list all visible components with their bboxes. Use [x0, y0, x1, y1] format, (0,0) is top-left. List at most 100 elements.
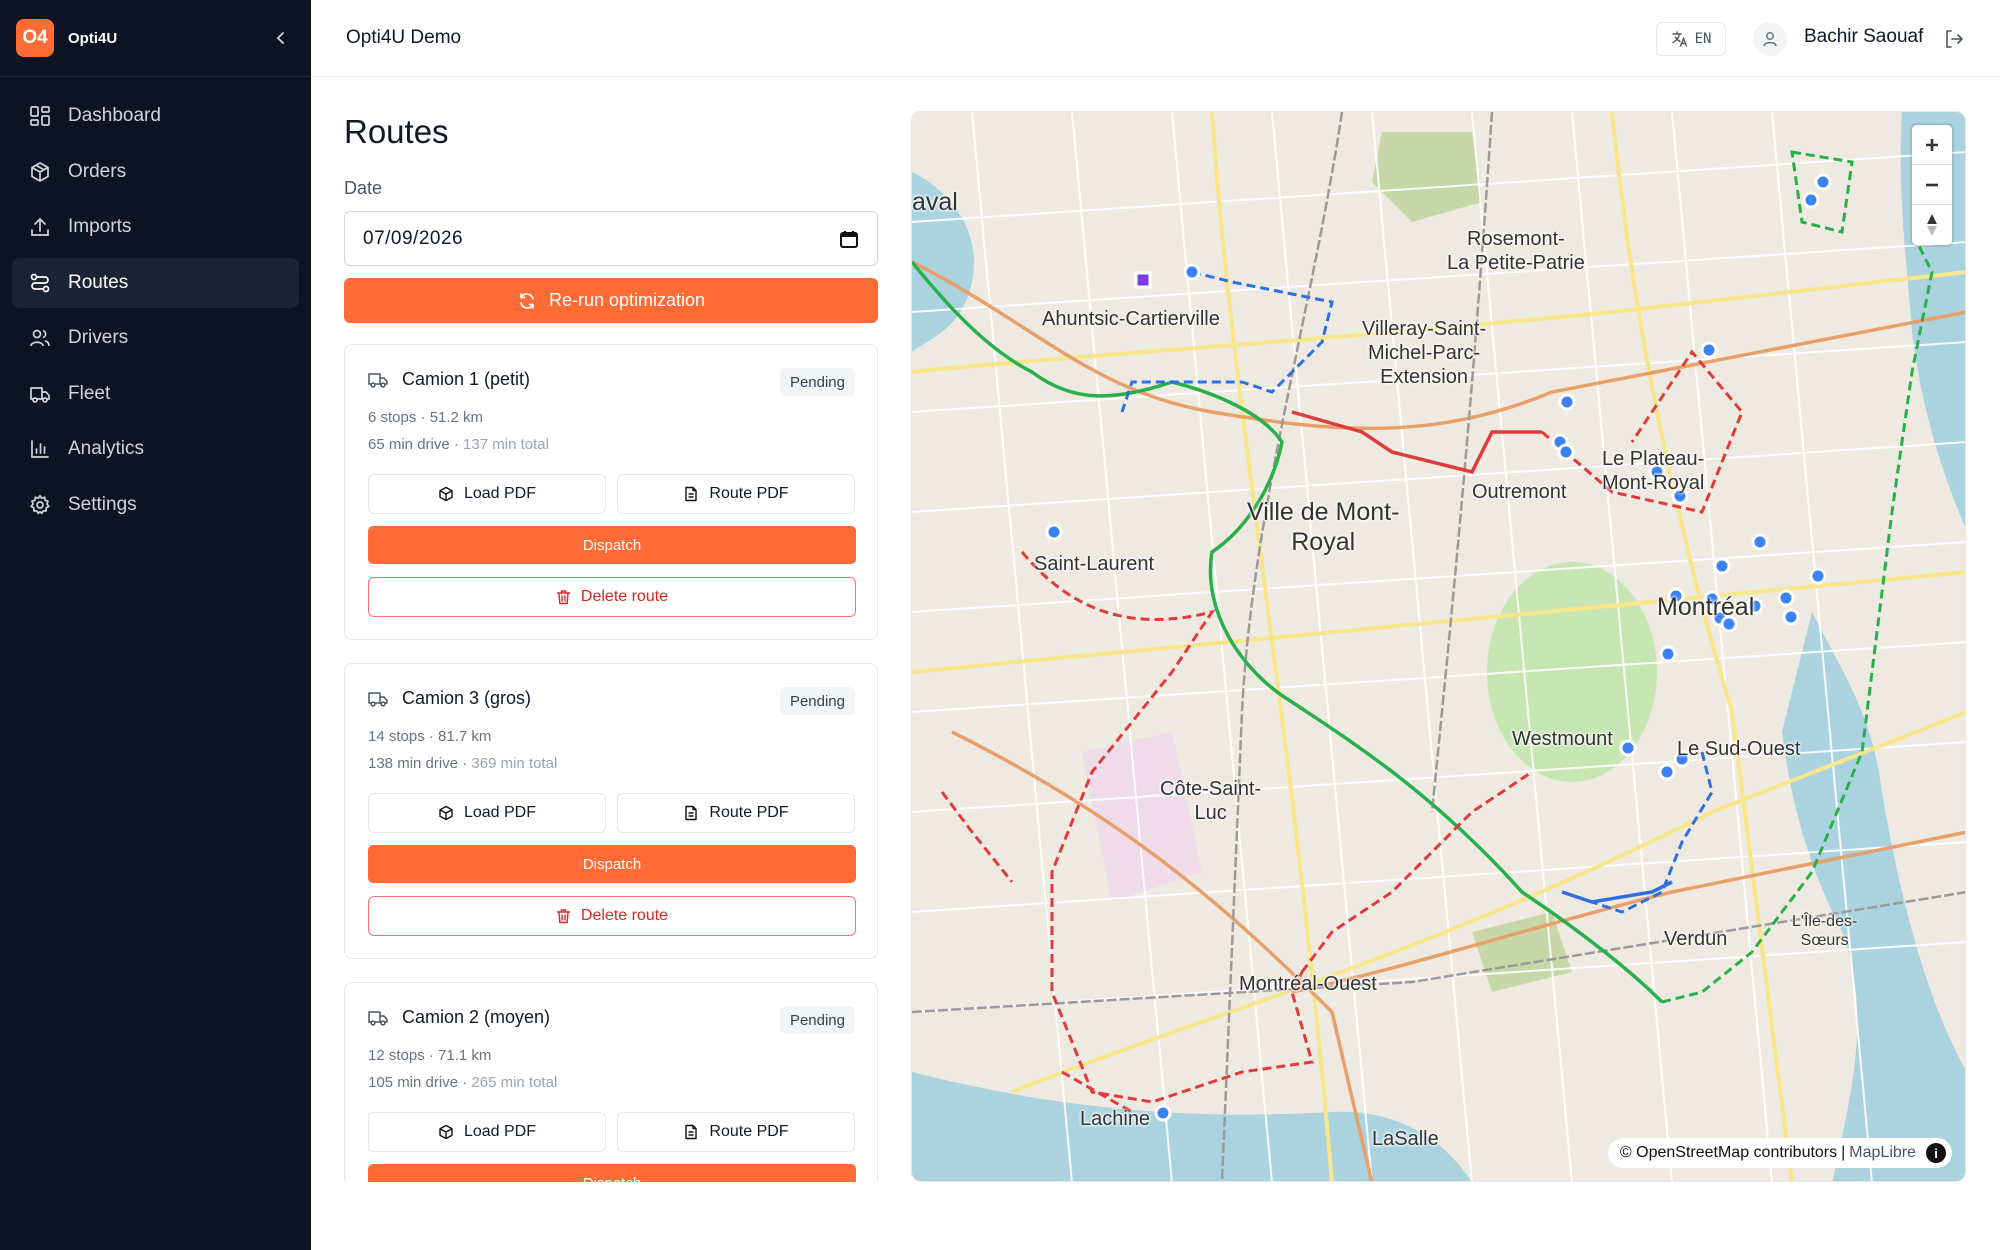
- date-input[interactable]: 07/09/2026: [344, 211, 878, 266]
- zoom-out-button[interactable]: [1912, 165, 1952, 205]
- sidebar-item-label: Imports: [68, 216, 132, 237]
- map-label-montreal: Montréal: [1657, 593, 1755, 621]
- load-pdf-button[interactable]: Load PDF: [368, 474, 606, 514]
- minus-icon: [1926, 183, 1938, 186]
- rerun-optimization-label: Re-run optimization: [548, 290, 706, 310]
- maplibre-link[interactable]: MapLibre: [1849, 1144, 1916, 1162]
- map-label-mont-royal: Ville de Mont- Royal: [1247, 498, 1400, 556]
- info-icon[interactable]: i: [1926, 1143, 1946, 1163]
- date-label: Date: [344, 178, 383, 198]
- sidebar-item-imports[interactable]: Imports: [12, 202, 299, 252]
- user-icon: [1763, 32, 1777, 47]
- plus-icon: [1926, 138, 1938, 151]
- avatar[interactable]: [1753, 22, 1787, 56]
- sidebar-item-fleet[interactable]: Fleet: [12, 369, 299, 419]
- dispatch-button[interactable]: Dispatch: [368, 1164, 856, 1182]
- route-overlay: [912, 150, 1934, 1122]
- delete-route-button[interactable]: Delete route: [368, 896, 856, 936]
- upload-icon: [28, 215, 52, 239]
- total-time: 265 min total: [471, 1074, 558, 1091]
- route-map[interactable]: Rosemont- La Petite-Patrie Villeray-Sain…: [911, 111, 1966, 1182]
- dispatch-button[interactable]: Dispatch: [368, 845, 856, 883]
- sidebar-item-label: Dashboard: [68, 105, 161, 126]
- language-code: EN: [1694, 31, 1712, 47]
- drive-time: 105 min drive: [368, 1074, 459, 1091]
- route-stats: 12 stops · 71.1 km: [368, 1047, 492, 1064]
- zoom-in-button[interactable]: [1912, 125, 1952, 165]
- brand-name: Opti4U: [68, 29, 118, 47]
- map-label-outremont: Outremont: [1472, 481, 1567, 503]
- route-line-camion-2: [1291, 410, 1542, 475]
- box-icon: [439, 805, 453, 821]
- map-label-rosemont: Rosemont- La Petite-Patrie: [1447, 228, 1585, 274]
- rerun-optimization-button[interactable]: Re-run optimization: [344, 278, 878, 323]
- sidebar-item-dashboard[interactable]: Dashboard: [12, 91, 299, 141]
- brand-logo: O4: [16, 19, 54, 57]
- route-name: Camion 3 (gros): [402, 688, 532, 708]
- routes-panel: Routes Date 07/09/2026 Re-run optimizati…: [344, 77, 878, 1182]
- sidebar-item-label: Analytics: [68, 438, 145, 459]
- route-time: 138 min drive · 369 min total: [368, 755, 558, 772]
- sidebar-item-label: Routes: [68, 271, 129, 293]
- page-title: Routes: [344, 113, 449, 150]
- sidebar-item-label: Settings: [68, 493, 137, 515]
- delete-route-label: Delete route: [580, 907, 669, 924]
- box-icon: [439, 1124, 453, 1140]
- map-navigation-controls: [1912, 125, 1952, 245]
- document-icon: [685, 805, 698, 821]
- gear-icon: [28, 493, 52, 517]
- map-label-villeray: Villeray-Saint- Michel-Parc- Extension: [1362, 318, 1487, 388]
- drive-time: 138 min drive: [368, 755, 459, 772]
- route-pdf-button[interactable]: Route PDF: [617, 474, 855, 514]
- truck-icon: [368, 372, 388, 388]
- route-pdf-button[interactable]: Route PDF: [617, 793, 855, 833]
- load-pdf-button[interactable]: Load PDF: [368, 793, 606, 833]
- map-label-ile-des-soeurs: L'Île-des- Sœurs: [1792, 913, 1858, 950]
- sidebar-item-drivers[interactable]: Drivers: [12, 313, 299, 363]
- sidebar-item-analytics[interactable]: Analytics: [12, 424, 299, 474]
- calendar-icon[interactable]: [839, 229, 859, 249]
- map-label-verdun: Verdun: [1664, 928, 1728, 950]
- status-badge: Pending: [779, 368, 855, 396]
- route-time: 105 min drive · 265 min total: [368, 1074, 558, 1091]
- route-line-camion-3: [912, 260, 1664, 1004]
- truck-icon: [28, 382, 52, 406]
- translate-icon: [1671, 31, 1687, 47]
- sidebar-item-routes[interactable]: Routes: [12, 257, 299, 308]
- refresh-icon: [520, 292, 534, 309]
- box-icon: [28, 160, 52, 184]
- dispatch-button[interactable]: Dispatch: [368, 526, 856, 564]
- reset-bearing-button[interactable]: [1912, 205, 1952, 245]
- map-label-westmount: Westmount: [1512, 728, 1613, 750]
- compass-icon: [1927, 214, 1937, 236]
- sidebar-item-settings[interactable]: Settings: [12, 480, 299, 530]
- sidebar-item-label: Drivers: [68, 327, 129, 348]
- trash-icon: [556, 590, 571, 605]
- route-pdf-label: Route PDF: [709, 804, 789, 821]
- total-time: 137 min total: [463, 436, 549, 453]
- load-pdf-label: Load PDF: [463, 485, 537, 502]
- map-label-lasalle: LaSalle: [1372, 1128, 1439, 1150]
- delete-route-label: Delete route: [580, 588, 669, 605]
- attribution-text: © OpenStreetMap contributors: [1619, 1144, 1838, 1161]
- route-stats: 14 stops · 81.7 km: [368, 728, 492, 745]
- sidebar-item-label: Fleet: [68, 382, 111, 404]
- map-label-saint-laurent: Saint-Laurent: [1034, 553, 1155, 575]
- language-switch-button[interactable]: EN: [1656, 22, 1726, 56]
- route-card: Camion 2 (moyen) Pending 12 stops · 71.1…: [344, 982, 878, 1182]
- truck-icon: [368, 1010, 388, 1026]
- users-icon: [28, 326, 52, 350]
- depot-marker: [1134, 271, 1152, 289]
- dashboard-icon: [28, 104, 52, 128]
- route-time: 65 min drive · 137 min total: [368, 436, 549, 453]
- sidebar: O4 Opti4U Dashboard Orders Imports Route…: [0, 0, 311, 1250]
- load-pdf-button[interactable]: Load PDF: [368, 1112, 606, 1152]
- route-pdf-button[interactable]: Route PDF: [617, 1112, 855, 1152]
- truck-icon: [368, 691, 388, 707]
- sidebar-item-orders[interactable]: Orders: [12, 147, 299, 197]
- collapse-sidebar-button[interactable]: [269, 26, 293, 50]
- map-label-sud-ouest: Le Sud-Ouest: [1677, 738, 1801, 760]
- organization-name: Opti4U Demo: [346, 27, 462, 48]
- delete-route-button[interactable]: Delete route: [368, 577, 856, 617]
- logout-button[interactable]: [1941, 26, 1967, 52]
